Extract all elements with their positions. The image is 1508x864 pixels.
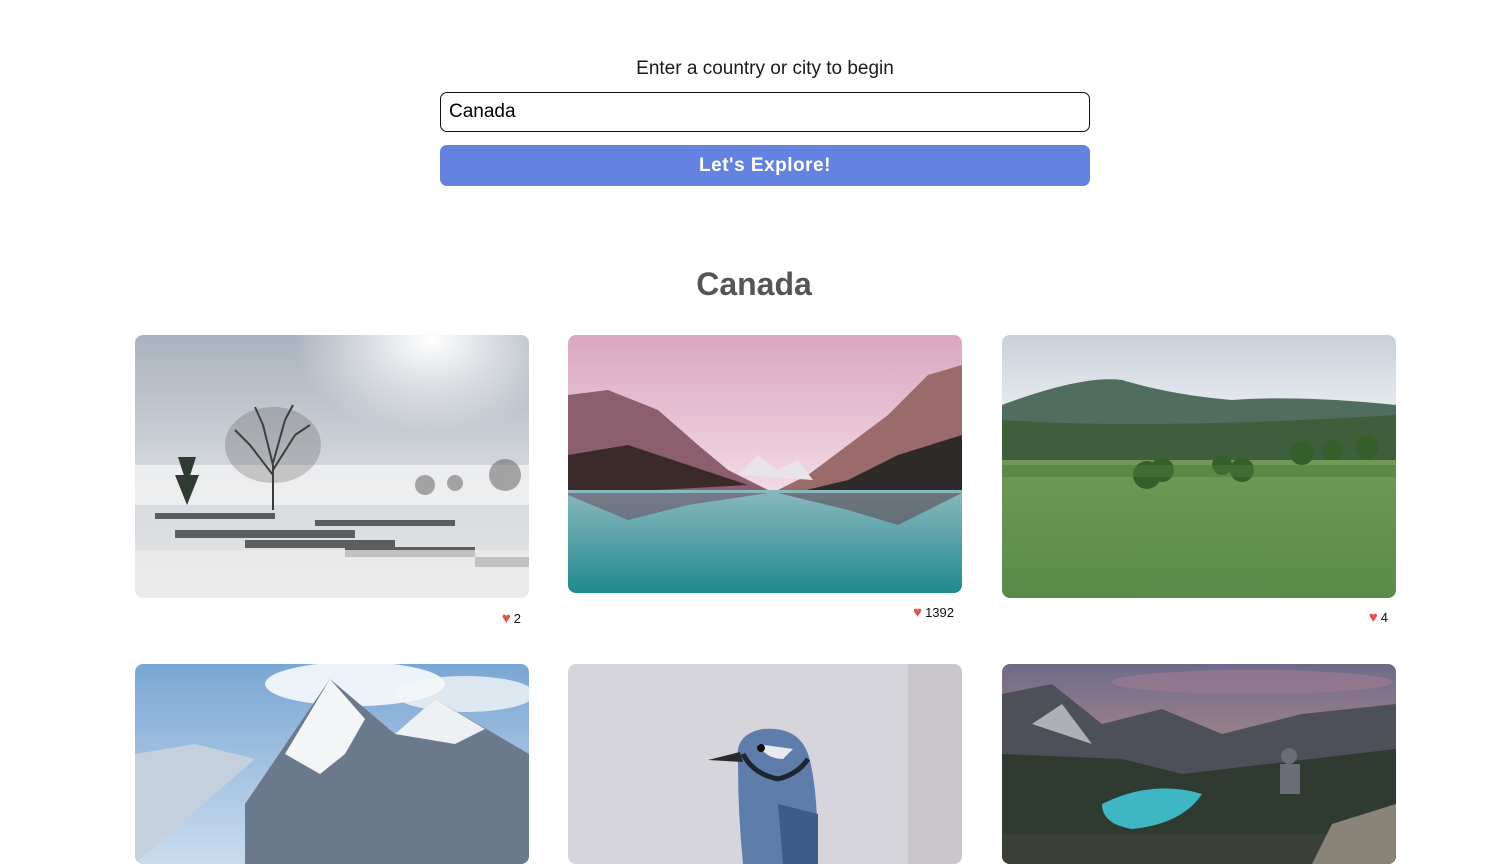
photo-card [568, 664, 962, 864]
photo-card [1002, 664, 1396, 864]
heart-icon: ♥ [1368, 609, 1378, 626]
photo-card: ♥ 2 [135, 335, 529, 626]
photo-image[interactable] [568, 664, 962, 864]
photo-image[interactable] [135, 335, 529, 598]
photo-card: ♥ 4 [1002, 335, 1396, 625]
like-count-value: 4 [1380, 610, 1388, 625]
photo-image[interactable] [1002, 664, 1396, 864]
like-count-value: 1392 [925, 605, 954, 620]
like-count[interactable]: ♥ 2 [502, 611, 521, 626]
photo-image[interactable] [135, 664, 529, 864]
like-count[interactable]: ♥ 1392 [913, 605, 954, 620]
photo-card [135, 664, 529, 864]
like-count[interactable]: ♥ 4 [1369, 610, 1388, 625]
heart-icon: ♥ [913, 604, 923, 621]
photo-card: ♥ 1392 [568, 335, 962, 620]
results-title: Canada [696, 266, 812, 302]
photo-image[interactable] [568, 335, 962, 593]
photo-image[interactable] [1002, 335, 1396, 598]
search-prompt: Enter a country or city to begin [636, 58, 894, 79]
search-input[interactable] [440, 92, 1090, 132]
heart-icon: ♥ [501, 610, 511, 627]
like-count-value: 2 [513, 611, 521, 626]
explore-button[interactable]: Let's Explore! [440, 145, 1090, 186]
search-area: Enter a country or city to begin Let's E… [440, 56, 1090, 186]
